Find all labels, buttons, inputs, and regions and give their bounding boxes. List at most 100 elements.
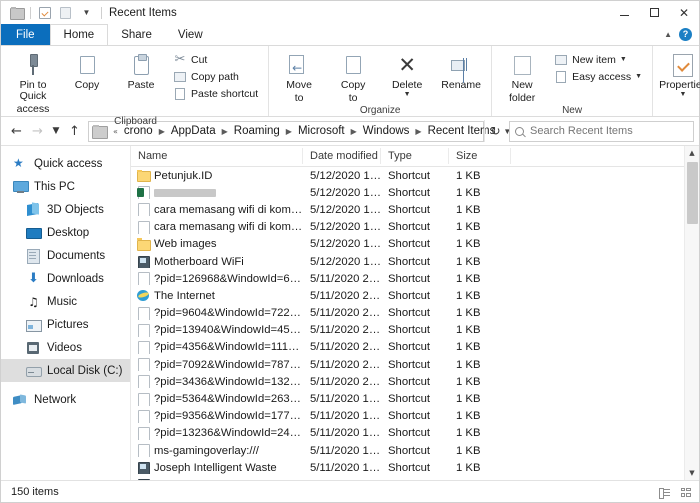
chevron-down-icon[interactable]: ▼ xyxy=(77,3,96,22)
copy-button[interactable]: Copy xyxy=(60,49,114,91)
file-name-cell[interactable]: ?pid=13236&WindowId=2426508 xyxy=(131,426,303,440)
star-icon: ★ xyxy=(13,155,24,170)
chevron-down-icon[interactable]: ▼ xyxy=(404,91,411,98)
cut-button[interactable]: ✂ Cut xyxy=(170,51,261,68)
search-input[interactable]: Search Recent Items xyxy=(530,125,633,137)
file-name-cell[interactable]: ?pid=5364&WindowId=263422 xyxy=(131,392,303,406)
sidebar-item-downloads[interactable]: ⬇ Downloads xyxy=(1,267,130,290)
sidebar-item-this-pc[interactable]: This PC xyxy=(1,175,130,198)
sidebar-item-quick-access[interactable]: ★ Quick access xyxy=(1,152,130,175)
chevron-down-icon[interactable]: ▼ xyxy=(680,91,687,98)
sidebar-item-3d-objects[interactable]: 3D Objects xyxy=(1,198,130,221)
file-name-cell[interactable]: Joseph Intelligent Waste xyxy=(131,461,303,475)
rename-button[interactable]: Rename xyxy=(434,49,488,91)
table-row[interactable]: The Internet 5/11/2020 23:00 Shortcut 1 KB xyxy=(131,287,684,304)
file-name-cell[interactable]: cara memasang wifi di komputer xyxy=(131,220,303,234)
file-date-cell: 5/11/2020 23:00 xyxy=(310,272,381,285)
sidebar-item-pictures[interactable]: Pictures xyxy=(1,313,130,336)
table-row[interactable]: ?pid=4356&WindowId=1115476 5/11/2020 21:4… xyxy=(131,339,684,356)
file-type-cell: Shortcut xyxy=(388,289,431,302)
file-name-cell[interactable] xyxy=(131,186,303,200)
vertical-scrollbar[interactable]: ▲ ▼ xyxy=(684,146,699,480)
table-row[interactable]: Joseph Intelligent Waste 5/11/2020 14:37 S… xyxy=(131,459,684,476)
copy-to-button[interactable]: Copy to xyxy=(326,49,380,104)
file-name-cell[interactable]: ?pid=4356&WindowId=1115476 xyxy=(131,340,303,354)
scrollbar-thumb[interactable] xyxy=(686,162,698,224)
properties-icon[interactable] xyxy=(35,3,54,22)
file-name-cell[interactable]: ms-gamingoverlay:/// xyxy=(131,444,303,458)
table-row[interactable]: ?pid=5364&WindowId=263422 5/11/2020 15:42… xyxy=(131,390,684,407)
tab-home[interactable]: Home xyxy=(49,24,109,45)
breadcrumb-item-microsoft[interactable]: Microsoft xyxy=(296,125,347,137)
table-row[interactable]: cara memasang wifi di komputer 5/12/2020 … xyxy=(131,219,684,236)
table-row[interactable]: ?pid=126968&WindowId=6096434 5/11/2020 23… xyxy=(131,270,684,287)
table-row[interactable]: ?pid=13236&WindowId=2426508 5/11/2020 15:… xyxy=(131,425,684,442)
table-row[interactable]: ?pid=9604&WindowId=722672 5/11/2020 22:17… xyxy=(131,305,684,322)
search-box[interactable]: Search Recent Items xyxy=(509,120,694,142)
properties-button[interactable]: Properties ▼ xyxy=(656,49,700,98)
copy-path-button[interactable]: Copy path xyxy=(170,68,261,85)
file-name-cell[interactable]: ?pid=126968&WindowId=6096434 xyxy=(131,272,303,286)
table-row[interactable]: Motherboard WiFi 5/12/2020 12:01 Shortcut 1… xyxy=(131,253,684,270)
file-name-cell[interactable]: The Internet xyxy=(131,289,303,302)
details-view-icon[interactable] xyxy=(655,483,674,501)
file-size-cell: 1 KB xyxy=(456,341,481,354)
file-name-cell[interactable]: Petunjuk.ID xyxy=(131,169,303,183)
scroll-down-arrow-icon[interactable]: ▼ xyxy=(685,466,700,480)
breadcrumb-item-windows[interactable]: Windows xyxy=(361,125,412,137)
table-row[interactable]: ?pid=7092&WindowId=787198 5/11/2020 21:19… xyxy=(131,356,684,373)
table-row[interactable]: ms-gamingoverlay:/// 5/11/2020 15:18 Short… xyxy=(131,442,684,459)
table-row[interactable]: Web images 5/12/2020 12:06 Shortcut 1 KB xyxy=(131,236,684,253)
sidebar-item-local-disk[interactable]: Local Disk (C:) xyxy=(1,359,130,382)
file-name-cell[interactable]: ?pid=7092&WindowId=787198 xyxy=(131,358,303,372)
folder-icon[interactable] xyxy=(7,3,26,22)
chevron-down-icon[interactable]: ▼ xyxy=(635,73,642,80)
collapse-ribbon-icon[interactable]: ▲ xyxy=(664,30,672,39)
file-name-label: ?pid=7092&WindowId=787198 xyxy=(154,358,303,371)
file-name-cell[interactable]: Web images xyxy=(131,238,303,251)
sidebar-item-label: 3D Objects xyxy=(47,203,104,216)
network-icon xyxy=(13,393,28,407)
easy-access-button[interactable]: Easy access ▼ xyxy=(551,68,645,85)
maximize-button[interactable] xyxy=(639,1,669,24)
close-button[interactable]: ✕ xyxy=(669,1,699,24)
file-name-cell[interactable]: ?pid=13940&WindowId=4589378 xyxy=(131,323,303,337)
table-row[interactable]: 5/12/2020 12:44 Shortcut 1 KB xyxy=(131,184,684,201)
column-header-name[interactable]: Name xyxy=(131,148,303,164)
file-name-cell[interactable]: Motherboard WiFi xyxy=(131,255,303,269)
table-row[interactable]: ?pid=3436&WindowId=132346 5/11/2020 20:51… xyxy=(131,373,684,390)
sidebar-item-desktop[interactable]: Desktop xyxy=(1,221,130,244)
file-name-cell[interactable]: ?pid=3436&WindowId=132346 xyxy=(131,375,303,389)
table-row[interactable]: ?pid=9356&WindowId=1773090 5/11/2020 15:2… xyxy=(131,408,684,425)
move-to-button[interactable]: ← Move to xyxy=(272,49,326,104)
table-row[interactable]: cara memasang wifi di komputer 5/12/2020 … xyxy=(131,201,684,218)
tiles-view-icon[interactable] xyxy=(676,483,695,501)
tab-view[interactable]: View xyxy=(165,24,216,45)
delete-button[interactable]: ✕ Delete ▼ xyxy=(380,49,434,98)
scroll-up-arrow-icon[interactable]: ▲ xyxy=(685,146,700,160)
file-name-cell[interactable]: cara memasang wifi di komputer xyxy=(131,203,303,217)
column-header-date-modified[interactable]: Date modified xyxy=(303,148,381,164)
pin-to-quick-access-button[interactable]: Pin to Quick access xyxy=(6,49,60,115)
tab-file[interactable]: File xyxy=(1,24,50,45)
help-icon[interactable]: ? xyxy=(679,28,692,41)
new-item-button[interactable]: New item ▼ xyxy=(551,51,645,68)
sidebar-item-videos[interactable]: Videos xyxy=(1,336,130,359)
paste-shortcut-button[interactable]: Paste shortcut xyxy=(170,85,261,102)
file-name-cell[interactable]: ?pid=9604&WindowId=722672 xyxy=(131,306,303,320)
sidebar-item-network[interactable]: Network xyxy=(1,388,130,411)
table-row[interactable]: Petunjuk.ID 5/12/2020 12:44 Shortcut 1 KB xyxy=(131,167,684,184)
new-folder-icon[interactable] xyxy=(56,3,75,22)
minimize-button[interactable] xyxy=(609,1,639,24)
sidebar-item-documents[interactable]: Documents xyxy=(1,244,130,267)
column-header-size[interactable]: Size xyxy=(449,148,511,164)
paste-button[interactable]: Paste xyxy=(114,49,168,91)
new-folder-button[interactable]: New folder xyxy=(495,49,549,104)
chevron-down-icon[interactable]: ▼ xyxy=(620,56,627,63)
column-header-type[interactable]: Type xyxy=(381,148,449,164)
tab-share[interactable]: Share xyxy=(108,24,165,45)
sidebar-item-music[interactable]: ♫ Music xyxy=(1,290,130,313)
file-name-cell[interactable]: ?pid=9356&WindowId=1773090 xyxy=(131,409,303,423)
table-row[interactable]: ?pid=13940&WindowId=4589378 5/11/2020 22:… xyxy=(131,322,684,339)
refresh-icon[interactable]: ↻ xyxy=(484,120,506,142)
